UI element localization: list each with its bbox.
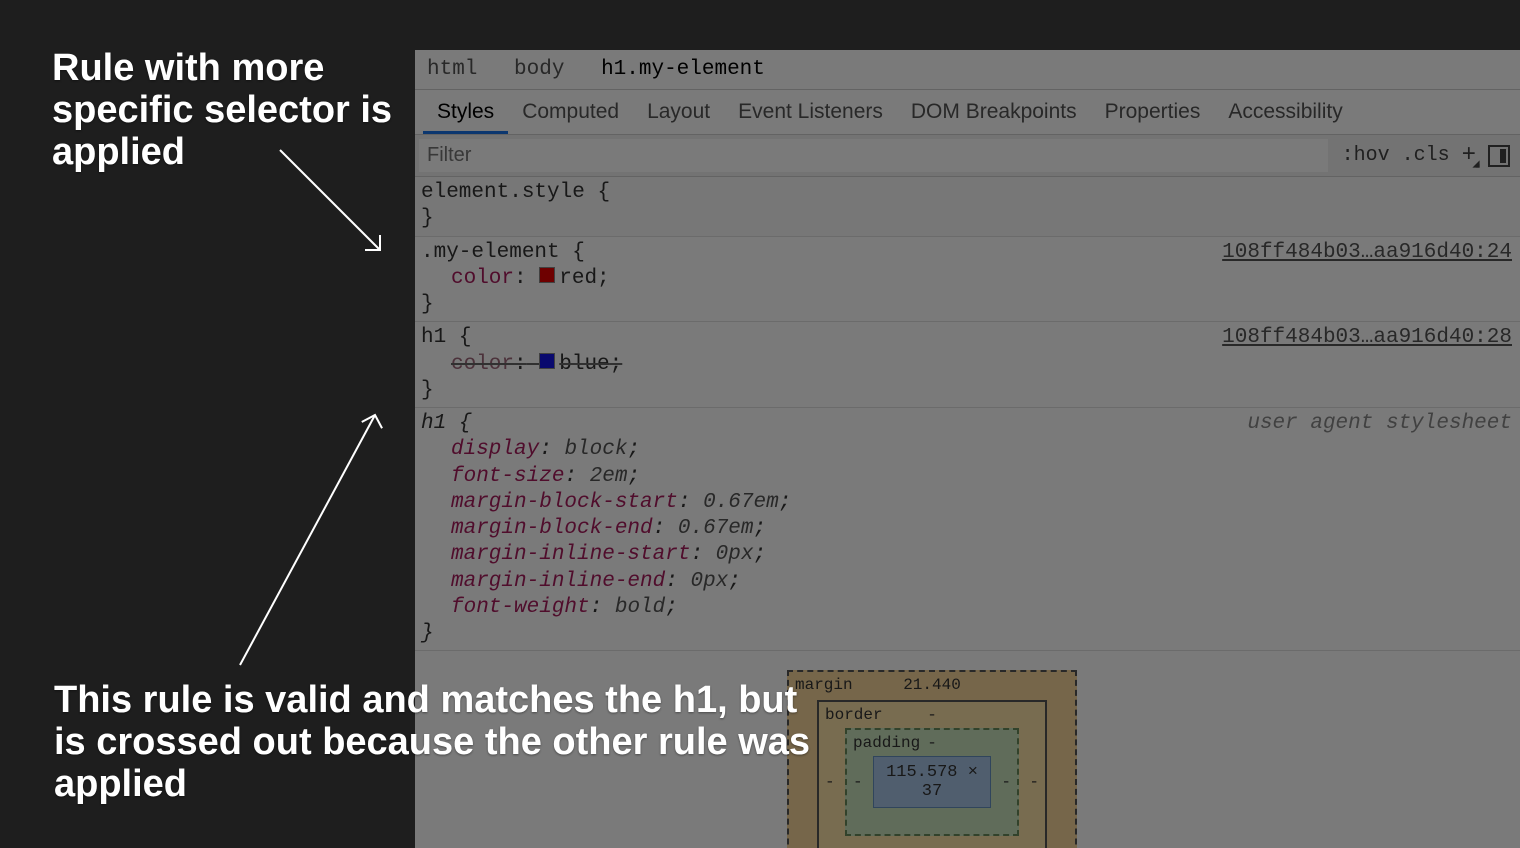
- declaration[interactable]: color: red;: [421, 266, 1514, 292]
- declaration: font-weight: bold;: [421, 595, 1514, 621]
- tab-computed[interactable]: Computed: [508, 90, 633, 134]
- breadcrumb: html body h1.my-element: [415, 50, 1520, 90]
- declaration-overridden[interactable]: color: blue;: [421, 352, 1514, 378]
- padding-left-value: -: [853, 773, 863, 791]
- selector: h1: [421, 412, 446, 435]
- rule-my-element[interactable]: 108ff484b03…aa916d40:24 .my-element { co…: [415, 237, 1520, 323]
- color-swatch-red[interactable]: [539, 267, 555, 283]
- style-rules: element.style { } 108ff484b03…aa916d40:2…: [415, 177, 1520, 651]
- breadcrumb-item[interactable]: body: [514, 58, 564, 81]
- tab-styles[interactable]: Styles: [423, 90, 508, 134]
- devtools-tabs: Styles Computed Layout Event Listeners D…: [415, 90, 1520, 135]
- arrow-bottom-icon: [230, 400, 390, 680]
- content-size: 115.578 × 37: [873, 756, 991, 808]
- hov-toggle[interactable]: :hov: [1342, 144, 1390, 167]
- declaration: margin-inline-start: 0px;: [421, 542, 1514, 568]
- source-link[interactable]: 108ff484b03…aa916d40:24: [1222, 240, 1512, 266]
- selector: .my-element: [421, 241, 560, 264]
- tab-layout[interactable]: Layout: [633, 90, 724, 134]
- filter-input[interactable]: [419, 139, 1328, 172]
- padding-top-value: -: [927, 734, 937, 752]
- padding-right-value: -: [1001, 773, 1011, 791]
- selector: element.style: [421, 181, 585, 204]
- selector: h1: [421, 326, 446, 349]
- source-user-agent: user agent stylesheet: [1247, 411, 1512, 437]
- styles-filter-bar: :hov .cls +: [415, 135, 1520, 177]
- padding-label: padding: [853, 734, 920, 752]
- arrow-top-icon: [270, 140, 410, 270]
- toggle-panel-icon[interactable]: [1488, 145, 1510, 167]
- cls-toggle[interactable]: .cls: [1402, 144, 1450, 167]
- element-style-rule[interactable]: element.style { }: [415, 177, 1520, 237]
- tab-event-listeners[interactable]: Event Listeners: [724, 90, 897, 134]
- border-right-value: -: [1029, 773, 1039, 791]
- tab-properties[interactable]: Properties: [1091, 90, 1215, 134]
- breadcrumb-item[interactable]: html: [427, 58, 477, 81]
- declaration: display: block;: [421, 437, 1514, 463]
- declaration: font-size: 2em;: [421, 464, 1514, 490]
- declaration: margin-inline-end: 0px;: [421, 569, 1514, 595]
- rule-user-agent: user agent stylesheet h1 { display: bloc…: [415, 408, 1520, 651]
- border-top-value: -: [927, 706, 937, 724]
- tab-dom-breakpoints[interactable]: DOM Breakpoints: [897, 90, 1091, 134]
- declaration: margin-block-end: 0.67em;: [421, 516, 1514, 542]
- annotation-bottom: This rule is valid and matches the h1, b…: [54, 680, 834, 805]
- margin-top-value: 21.440: [903, 676, 961, 694]
- breadcrumb-item-active[interactable]: h1.my-element: [601, 58, 765, 81]
- new-style-rule-button[interactable]: +: [1462, 144, 1476, 168]
- declaration: margin-block-start: 0.67em;: [421, 490, 1514, 516]
- source-link[interactable]: 108ff484b03…aa916d40:28: [1222, 325, 1512, 351]
- rule-h1-overridden[interactable]: 108ff484b03…aa916d40:28 h1 { color: blue…: [415, 322, 1520, 408]
- color-swatch-blue[interactable]: [539, 353, 555, 369]
- tab-accessibility[interactable]: Accessibility: [1214, 90, 1356, 134]
